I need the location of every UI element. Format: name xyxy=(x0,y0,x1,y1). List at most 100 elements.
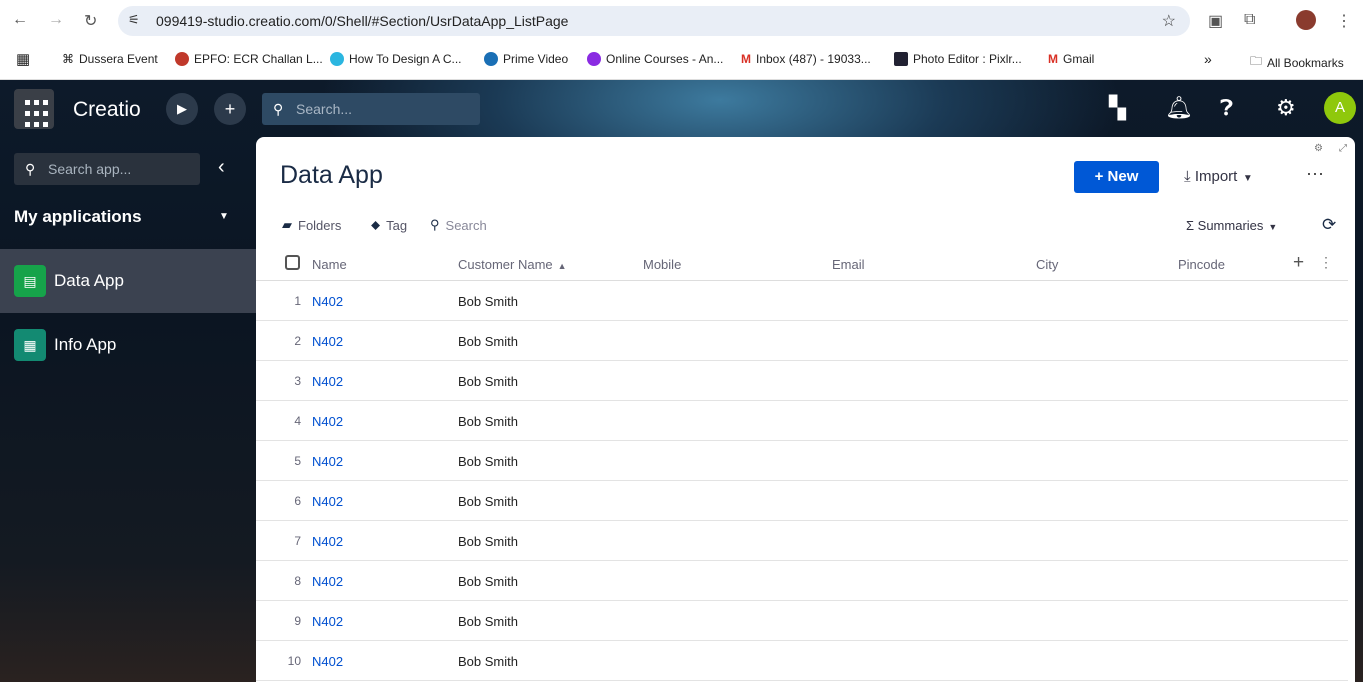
name-link[interactable]: N402 xyxy=(312,574,343,589)
courses-icon xyxy=(587,52,601,66)
bookmark-item[interactable]: Online Courses - An... xyxy=(587,52,723,66)
name-link[interactable]: N402 xyxy=(312,534,343,549)
table-header: Name Customer Name ▲ Mobile Email City P… xyxy=(256,247,1348,281)
row-number: 1 xyxy=(294,294,301,308)
column-header[interactable]: Pincode xyxy=(1178,257,1225,272)
row-number: 8 xyxy=(294,574,301,588)
table-row[interactable]: 3 N402 Bob Smith xyxy=(256,361,1348,401)
row-number: 2 xyxy=(294,334,301,348)
reload-icon[interactable]: ↻ xyxy=(84,11,97,31)
cast-icon[interactable]: ▣ xyxy=(1208,11,1223,31)
bookmark-item[interactable]: M Inbox (487) - 19033... xyxy=(741,52,871,66)
row-number: 9 xyxy=(294,614,301,628)
select-all-checkbox[interactable] xyxy=(285,255,300,270)
more-bookmarks-icon[interactable]: » xyxy=(1204,51,1212,67)
table-row[interactable]: 7 N402 Bob Smith xyxy=(256,521,1348,561)
list-search-input[interactable]: ⚲ Search xyxy=(430,217,487,233)
customer-name-cell: Bob Smith xyxy=(458,414,518,429)
bookmark-item[interactable]: Prime Video xyxy=(484,52,568,66)
creatio-logo[interactable]: Creatio xyxy=(73,98,141,122)
table-row[interactable]: 9 N402 Bob Smith xyxy=(256,601,1348,641)
column-options-icon[interactable]: ⋮ xyxy=(1319,254,1333,271)
summaries-button[interactable]: Σ Summaries ▼ xyxy=(1186,218,1277,233)
search-icon: ⚲ xyxy=(273,101,284,117)
more-actions-button[interactable]: ··· xyxy=(1306,163,1324,184)
table-row[interactable]: 4 N402 Bob Smith xyxy=(256,401,1348,441)
back-icon[interactable]: ← xyxy=(12,11,28,29)
column-header[interactable]: Email xyxy=(832,257,865,272)
column-header[interactable]: Name xyxy=(312,257,347,272)
settings-gear-icon[interactable]: ⚙ xyxy=(1276,95,1296,121)
table-row[interactable]: 1 N402 Bob Smith xyxy=(256,281,1348,321)
tag-button[interactable]: ⬥ Tag xyxy=(371,217,407,233)
table-row[interactable]: 2 N402 Bob Smith xyxy=(256,321,1348,361)
add-button[interactable]: + xyxy=(214,93,246,125)
profile-avatar[interactable] xyxy=(1296,10,1316,30)
table-row[interactable]: 10 N402 Bob Smith xyxy=(256,641,1348,681)
app-hub-icon[interactable]: ▚ xyxy=(1109,95,1126,121)
import-button[interactable]: ⤓ Import ▼ xyxy=(1184,168,1253,185)
bookmark-item[interactable]: M Gmail xyxy=(1048,52,1094,66)
new-button[interactable]: + New xyxy=(1074,161,1159,193)
apps-grid-icon[interactable]: ▦ xyxy=(16,50,30,68)
name-link[interactable]: N402 xyxy=(312,614,343,629)
column-header[interactable]: Customer Name ▲ xyxy=(458,257,567,272)
customer-name-cell: Bob Smith xyxy=(458,654,518,669)
help-icon[interactable]: ❓︎ xyxy=(1220,95,1233,121)
run-process-button[interactable]: ▶ xyxy=(166,93,198,125)
name-link[interactable]: N402 xyxy=(312,494,343,509)
bookmark-item[interactable]: ⌘ Dussera Event xyxy=(62,52,158,66)
name-link[interactable]: N402 xyxy=(312,454,343,469)
forward-icon[interactable]: → xyxy=(48,11,64,29)
app-search-input[interactable]: ⚲ Search app... xyxy=(14,153,200,185)
menu-icon[interactable]: ⋮ xyxy=(1336,11,1352,31)
refresh-icon[interactable]: ⟳ xyxy=(1322,215,1336,235)
address-bar[interactable]: ⚟ 099419-studio.creatio.com/0/Shell/#Sec… xyxy=(118,6,1190,36)
name-link[interactable]: N402 xyxy=(312,374,343,389)
my-applications-heading[interactable]: My applications xyxy=(14,207,142,227)
list-page-panel: ⚙ ⤢ Data App + New ⤓ Import ▼ ··· ▰ Folde… xyxy=(256,137,1355,682)
row-number: 3 xyxy=(294,374,301,388)
browser-toolbar: ← → ↻ ⚟ 099419-studio.creatio.com/0/Shel… xyxy=(0,0,1363,40)
page-settings-icon[interactable]: ⚙ xyxy=(1314,143,1323,154)
folder-icon: 🗀 xyxy=(1250,54,1263,68)
sidebar-item-data-app[interactable]: ▤ Data App xyxy=(0,249,256,313)
name-link[interactable]: N402 xyxy=(312,334,343,349)
column-header[interactable]: City xyxy=(1036,257,1058,272)
user-avatar[interactable]: A xyxy=(1324,92,1356,124)
sigma-icon: Σ xyxy=(1186,218,1198,233)
tag-icon: ⬥ xyxy=(371,217,381,232)
folders-button[interactable]: ▰ Folders xyxy=(282,217,341,233)
row-number: 10 xyxy=(287,654,301,668)
page-title: Data App xyxy=(280,161,383,189)
customer-name-cell: Bob Smith xyxy=(458,494,518,509)
column-header[interactable]: Mobile xyxy=(643,257,681,272)
table-row[interactable]: 8 N402 Bob Smith xyxy=(256,561,1348,601)
bookmark-star-icon[interactable]: ☆ xyxy=(1162,11,1176,31)
add-column-icon[interactable]: + xyxy=(1293,252,1304,274)
expand-icon[interactable]: ⤢ xyxy=(1339,143,1347,154)
search-icon: ⚲ xyxy=(25,161,36,177)
app-launcher-icon[interactable] xyxy=(14,89,54,129)
chevron-down-icon[interactable]: ▼ xyxy=(219,211,229,222)
notifications-bell-icon[interactable]: 🔔︎ xyxy=(1165,95,1193,121)
table-row[interactable]: 6 N402 Bob Smith xyxy=(256,481,1348,521)
row-number: 4 xyxy=(294,414,301,428)
sort-asc-icon: ▲ xyxy=(552,261,567,271)
sidebar-item-info-app[interactable]: ▦ Info App xyxy=(0,313,256,377)
bookmark-item[interactable]: How To Design A C... xyxy=(330,52,462,66)
table-row[interactable]: 5 N402 Bob Smith xyxy=(256,441,1348,481)
collapse-sidebar-icon[interactable]: ‹ xyxy=(218,156,225,179)
name-link[interactable]: N402 xyxy=(312,414,343,429)
site-info-icon[interactable]: ⚟ xyxy=(128,12,140,28)
bookmark-item[interactable]: EPFO: ECR Challan L... xyxy=(175,52,323,66)
row-number: 7 xyxy=(294,534,301,548)
name-link[interactable]: N402 xyxy=(312,654,343,669)
extensions-icon[interactable]: ⧉ xyxy=(1244,11,1255,29)
data-app-icon: ▤ xyxy=(14,265,46,297)
global-search-input[interactable]: ⚲ Search... xyxy=(262,93,480,125)
all-bookmarks[interactable]: 🗀 All Bookmarks xyxy=(1250,52,1344,73)
download-icon: ⤓ xyxy=(1184,168,1195,185)
name-link[interactable]: N402 xyxy=(312,294,343,309)
bookmark-item[interactable]: Photo Editor : Pixlr... xyxy=(894,52,1022,66)
